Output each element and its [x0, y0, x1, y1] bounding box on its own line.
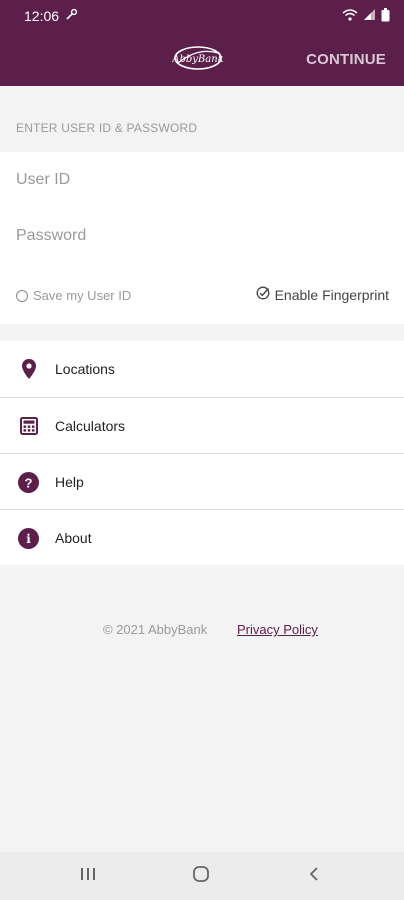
footer: © 2021 AbbyBank Privacy Policy	[0, 620, 404, 640]
copyright-text: © 2021 AbbyBank	[103, 622, 208, 637]
back-icon	[308, 866, 320, 887]
back-button[interactable]	[284, 852, 344, 900]
menu-item-help[interactable]: ? Help	[0, 454, 404, 510]
svg-text:i: i	[26, 532, 31, 546]
system-nav-bar	[0, 852, 404, 900]
wifi-icon	[342, 8, 358, 24]
login-section-label: ENTER USER ID & PASSWORD	[16, 121, 198, 135]
menu-item-calculators[interactable]: Calculators	[0, 398, 404, 454]
privacy-policy-link[interactable]: Privacy Policy	[237, 622, 318, 637]
enable-fingerprint-toggle[interactable]: Enable Fingerprint	[256, 286, 389, 303]
radio-circle-icon	[16, 289, 28, 302]
login-card: User ID Password Save my User ID Enable …	[0, 152, 404, 324]
calculator-icon	[18, 416, 39, 437]
menu-item-about[interactable]: i About	[0, 510, 404, 566]
check-circle-icon	[256, 286, 270, 303]
svg-text:AbbyBank: AbbyBank	[172, 54, 224, 65]
abbybank-logo: AbbyBank	[171, 43, 224, 73]
menu-item-label: About	[55, 530, 92, 546]
save-user-id-label: Save my User ID	[33, 288, 132, 303]
recent-apps-icon	[80, 867, 96, 886]
continue-button[interactable]: CONTINUE	[306, 32, 386, 86]
recent-apps-button[interactable]	[58, 852, 118, 900]
app-header: AbbyBank CONTINUE	[0, 32, 404, 86]
info-icon: i	[18, 527, 39, 549]
wrench-icon	[65, 8, 78, 24]
battery-icon	[381, 7, 390, 25]
menu-item-label: Locations	[55, 361, 115, 377]
save-user-id-toggle[interactable]: Save my User ID	[16, 288, 131, 303]
menu-card: Locations Calculators ? Help i About	[0, 341, 404, 565]
help-icon: ?	[18, 471, 39, 493]
signal-icon	[363, 8, 376, 24]
enable-fingerprint-label: Enable Fingerprint	[274, 286, 389, 303]
status-bar: 12:06	[0, 0, 404, 32]
password-field[interactable]: Password	[16, 227, 386, 245]
status-left: 12:06	[24, 8, 78, 24]
menu-item-label: Calculators	[55, 418, 126, 434]
svg-text:?: ?	[25, 475, 33, 490]
status-time: 12:06	[24, 8, 60, 24]
home-icon	[192, 865, 210, 888]
menu-item-locations[interactable]: Locations	[0, 341, 404, 397]
home-button[interactable]	[171, 852, 231, 900]
menu-item-label: Help	[55, 474, 84, 490]
status-right	[342, 7, 390, 25]
user-id-field[interactable]: User ID	[16, 171, 386, 189]
location-pin-icon	[18, 359, 39, 380]
